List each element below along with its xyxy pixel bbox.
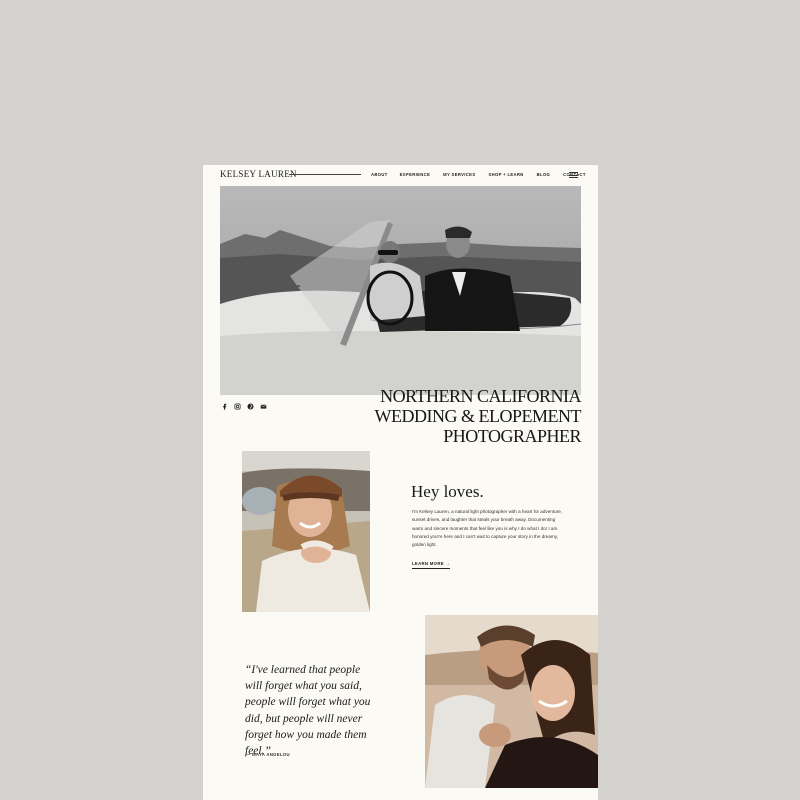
facebook-icon[interactable] (221, 403, 228, 410)
couple-photo (425, 615, 598, 788)
hero-title-line: WEDDING & ELOPEMENT (374, 406, 582, 426)
hero-title: NORTHERN CALIFORNIA WEDDING & ELOPEMENT … (374, 386, 582, 446)
nav-item-my-services[interactable]: MY SERVICES (443, 172, 475, 177)
hero-photo (220, 186, 581, 395)
main-nav: ABOUT EXPERIENCE MY SERVICES SHOP + LEAR… (371, 172, 586, 177)
instagram-icon[interactable] (234, 403, 241, 410)
site-logo[interactable]: KELSEY LAUREN (220, 169, 297, 179)
nav-item-blog[interactable]: BLOG (537, 172, 551, 177)
testimonial-quote: “I've learned that people will forget wh… (245, 664, 371, 758)
portrait-photo-woman (242, 451, 370, 612)
email-icon[interactable] (260, 403, 267, 410)
nav-item-about[interactable]: ABOUT (371, 172, 388, 177)
quote-author: — MAYA ANGELOU (246, 752, 290, 757)
pinterest-icon[interactable] (247, 403, 254, 410)
nav-item-shop-learn[interactable]: SHOP + LEARN (488, 172, 523, 177)
hero-title-line: PHOTOGRAPHER (443, 426, 581, 446)
hamburger-menu-icon[interactable] (569, 172, 578, 178)
about-bio: I'm Kelsey Lauren, a natural light photo… (412, 509, 563, 548)
social-links (221, 403, 267, 410)
hero-title-line: NORTHERN CALIFORNIA (380, 386, 581, 406)
logo-divider (289, 174, 361, 175)
nav-item-experience[interactable]: EXPERIENCE (400, 172, 431, 177)
website-page: KELSEY LAUREN ABOUT EXPERIENCE MY SERVIC… (203, 165, 598, 800)
about-heading: Hey loves. (411, 482, 484, 501)
learn-more-link[interactable]: LEARN MORE → (412, 561, 450, 569)
